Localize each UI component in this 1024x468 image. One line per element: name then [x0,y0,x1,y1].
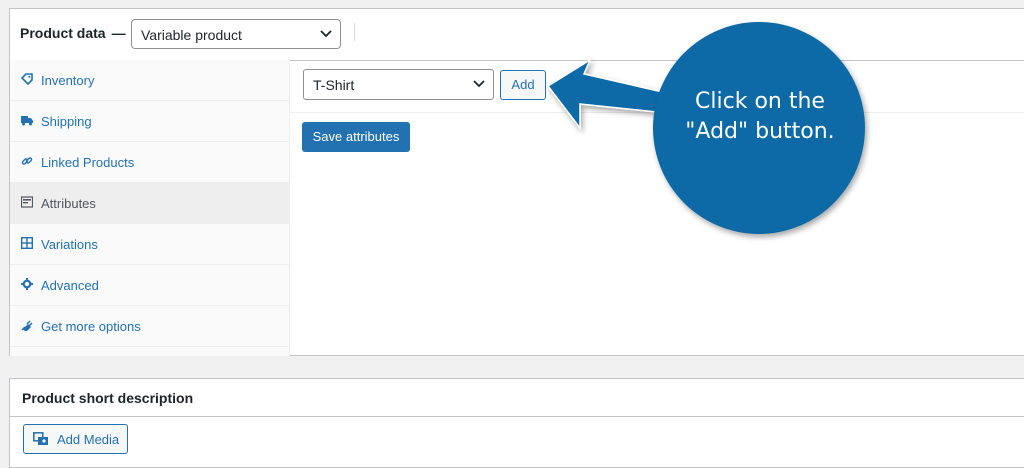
panel-divider [10,416,1024,417]
header-divider [354,23,355,41]
product-type-select[interactable]: Variable product [131,19,341,49]
attribute-select-value: T-Shirt [313,77,355,93]
tab-label: Linked Products [41,155,135,170]
grid-icon [21,237,33,249]
attribute-select[interactable]: T-Shirt [303,69,494,100]
product-data-panel: Product data — Variable product Inventory… [9,8,1024,356]
product-data-tabs: Inventory Shipping Linked Products Attri… [10,60,290,356]
chevron-down-icon [473,80,485,88]
tab-label: Variations [41,237,98,252]
tag-icon [21,73,33,85]
callout-text: Click on the "Add" button. [685,89,835,144]
link-icon [21,157,33,165]
tab-label: Advanced [41,278,99,293]
add-media-label: Add Media [57,432,120,447]
attribute-toolbar: T-Shirt Add [290,60,1024,113]
short-description-panel: Product short description Add Media [9,378,1024,468]
chevron-down-icon [320,30,332,38]
save-attributes-button[interactable]: Save attributes [302,122,410,152]
media-icon [33,432,48,445]
attributes-panel: T-Shirt Add Save attributes [290,60,1024,355]
gear-icon [21,278,33,290]
tab-label: Inventory [41,73,95,88]
add-media-button[interactable]: Add Media [23,424,128,454]
product-data-header: Product data — Variable product [10,9,1024,61]
tab-inventory[interactable]: Inventory [10,60,289,101]
tab-attributes[interactable]: Attributes [10,183,289,224]
product-type-value: Variable product [141,27,242,43]
tab-variations[interactable]: Variations [10,224,289,265]
plugin-icon [21,320,33,331]
short-description-title: Product short description [22,390,194,406]
tab-linked-products[interactable]: Linked Products [10,142,289,183]
add-attribute-button[interactable]: Add [500,70,546,100]
tab-label: Attributes [41,196,96,211]
product-data-title: Product data — [20,25,126,41]
tab-label: Get more options [41,319,141,334]
tab-label: Shipping [41,114,92,129]
tab-shipping[interactable]: Shipping [10,101,289,142]
tab-get-more-options[interactable]: Get more options [10,306,289,347]
list-icon [21,196,33,208]
tab-advanced[interactable]: Advanced [10,265,289,306]
truck-icon [21,116,33,126]
